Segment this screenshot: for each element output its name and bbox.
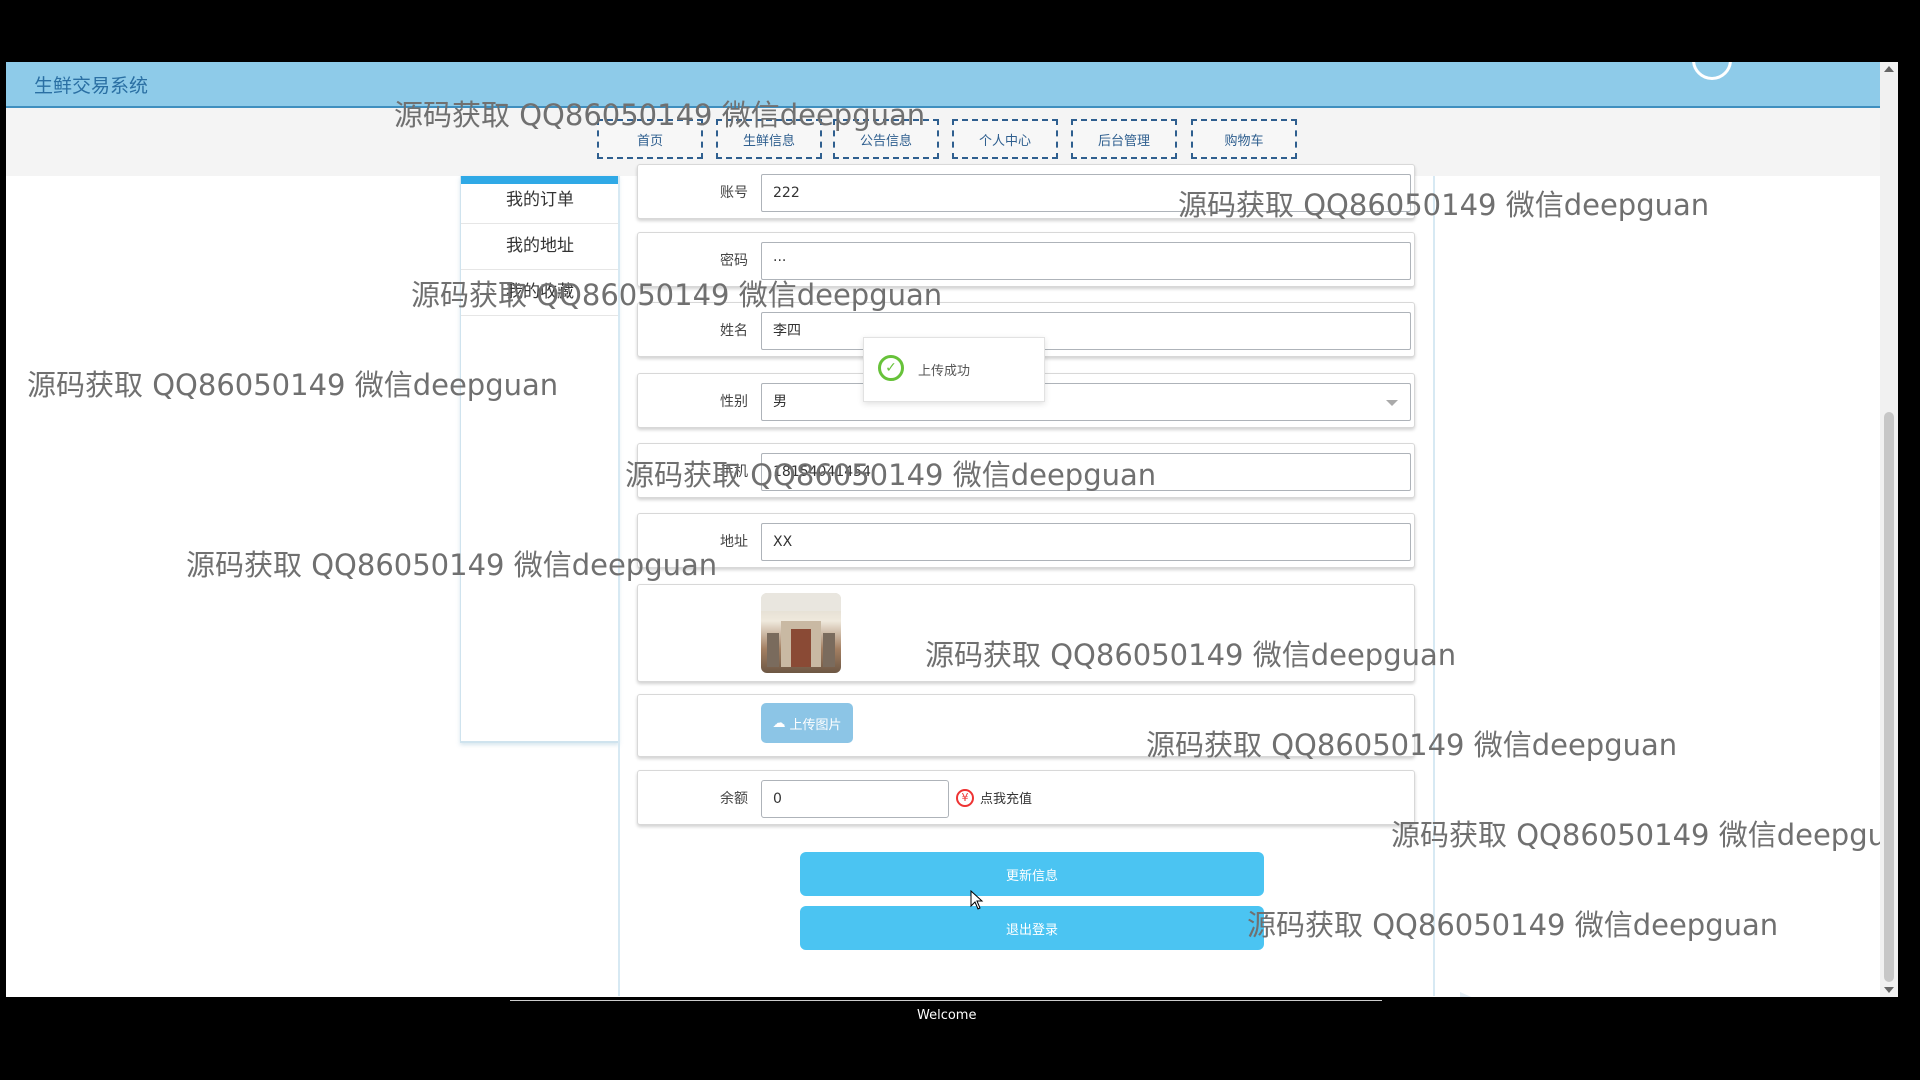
header-bar: 生鲜交易系统 <box>6 62 1898 108</box>
balance-field[interactable]: 0 <box>761 780 949 818</box>
nav-admin[interactable]: 后台管理 <box>1071 119 1177 159</box>
balance-row: 余额 0 ¥ 点我充值 <box>637 770 1415 825</box>
panel-border-left <box>618 176 620 996</box>
name-field[interactable]: 李四 <box>761 312 1411 350</box>
page-scrollbar[interactable] <box>1880 62 1898 997</box>
address-row: 地址 XX <box>637 513 1415 568</box>
phone-label: 手机 <box>720 464 748 480</box>
gender-label: 性别 <box>720 394 748 410</box>
chevron-down-icon <box>1386 400 1398 406</box>
watermark: 源码获取 QQ86050149 微信deepguan <box>1391 818 1898 852</box>
nav-fresh-info[interactable]: 生鲜信息 <box>716 119 822 159</box>
account-field[interactable]: 222 <box>761 174 1411 212</box>
scroll-down-icon[interactable] <box>1884 987 1894 993</box>
nav-personal-center[interactable]: 个人中心 <box>952 119 1058 159</box>
address-field[interactable]: XX <box>761 523 1411 561</box>
account-row: 账号 222 <box>637 164 1415 219</box>
panel-border-right <box>1433 176 1435 996</box>
logout-button[interactable]: 退出登录 <box>800 906 1264 950</box>
recharge-label: 点我充值 <box>980 792 1033 807</box>
address-label: 地址 <box>720 534 748 550</box>
account-label: 账号 <box>720 185 748 201</box>
password-row: 密码 ··· <box>637 232 1415 287</box>
scroll-up-icon[interactable] <box>1884 66 1894 72</box>
upload-button-label: 上传图片 <box>789 717 842 733</box>
yen-icon: ¥ <box>956 788 974 807</box>
nav-cart[interactable]: 购物车 <box>1191 119 1297 159</box>
balance-label: 余额 <box>720 791 748 807</box>
browser-viewport: 生鲜交易系统 首页 生鲜信息 公告信息 个人中心 后台管理 购物车 我的订单 我… <box>6 62 1898 997</box>
avatar-row <box>637 584 1415 682</box>
nav-home[interactable]: 首页 <box>597 119 703 159</box>
cloud-upload-icon: ☁ <box>772 715 786 731</box>
name-label: 姓名 <box>720 323 748 339</box>
phone-row: 手机 18154041454 <box>637 443 1415 498</box>
footer-welcome: Welcome <box>917 1008 977 1023</box>
sidebar-item-favorites[interactable]: 我的收藏 <box>461 270 619 316</box>
toast-message: 上传成功 <box>918 364 971 379</box>
nav-announcements[interactable]: 公告信息 <box>833 119 939 159</box>
password-label: 密码 <box>720 253 748 269</box>
upload-success-toast: ✓ 上传成功 <box>863 337 1045 402</box>
gender-value: 男 <box>773 394 787 410</box>
gender-select[interactable]: 男 <box>761 383 1411 421</box>
personal-sidebar: 我的订单 我的地址 我的收藏 <box>460 176 619 743</box>
check-circle-icon: ✓ <box>878 355 904 381</box>
avatar-image <box>761 593 841 673</box>
upload-image-button[interactable]: ☁ 上传图片 <box>761 703 853 743</box>
password-field[interactable]: ··· <box>761 242 1411 280</box>
sidebar-item-orders[interactable]: 我的订单 <box>461 178 619 224</box>
mouse-cursor-icon <box>970 890 984 910</box>
scroll-thumb[interactable] <box>1884 412 1894 982</box>
watermark: 源码获取 QQ86050149 微信deepguan <box>1247 908 1779 942</box>
footer-bar: Welcome <box>0 997 1920 1080</box>
footer-divider <box>510 1000 1382 1001</box>
update-info-button[interactable]: 更新信息 <box>800 852 1264 896</box>
app-title: 生鲜交易系统 <box>34 75 149 97</box>
recharge-link[interactable]: ¥ 点我充值 <box>956 788 1032 807</box>
phone-field[interactable]: 18154041454 <box>761 453 1411 491</box>
upload-row: ☁ 上传图片 <box>637 694 1415 757</box>
user-avatar-icon[interactable] <box>1692 62 1732 80</box>
sidebar-item-address[interactable]: 我的地址 <box>461 224 619 270</box>
